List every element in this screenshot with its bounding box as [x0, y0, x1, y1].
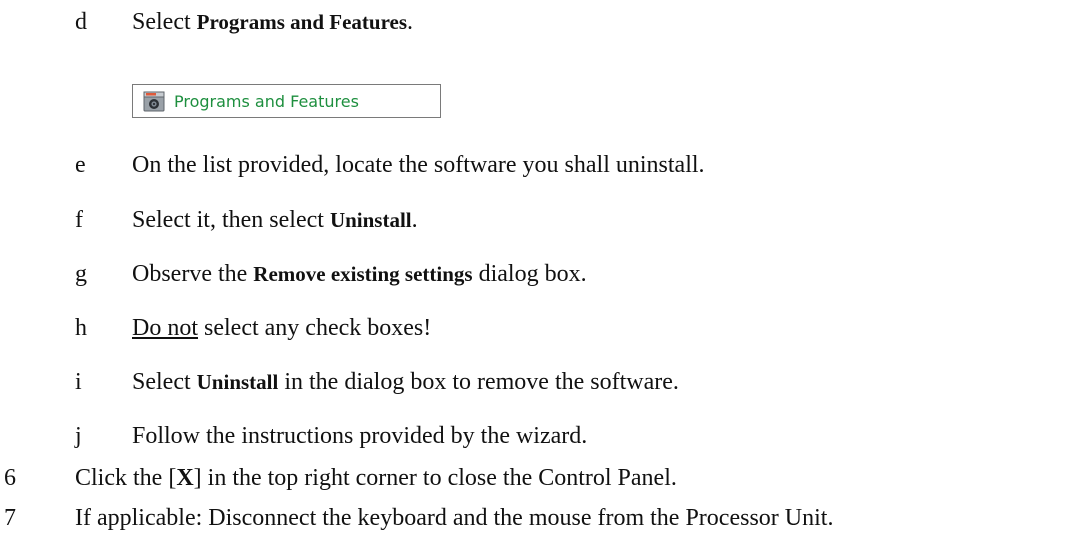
step-text: Follow the instructions provided by the … — [132, 423, 588, 449]
programs-and-features-icon — [143, 91, 165, 112]
step-text-post: select any check boxes! — [198, 315, 432, 341]
step-text-pre: Observe the — [132, 261, 254, 287]
step-marker: 6 — [4, 465, 16, 491]
ui-term-uninstall: Uninstall — [196, 370, 279, 394]
step-marker: j — [75, 423, 82, 449]
step-text-post: . — [411, 207, 418, 233]
step-text-post: in the dialog box to remove the software… — [278, 369, 679, 395]
key-x: X — [176, 465, 194, 491]
step-text: Observe the Remove existing settings dia… — [132, 256, 587, 292]
step-text-pre: Select it, then select — [132, 207, 330, 233]
step-marker: e — [75, 152, 86, 178]
step-marker: d — [75, 9, 87, 35]
emphasis-do-not: Do not — [132, 315, 198, 341]
programs-and-features-screenshot: Programs and Features — [132, 84, 441, 118]
step-marker: f — [75, 207, 83, 233]
step-text-pre: Select — [132, 369, 197, 395]
step-text-pre: Select — [132, 9, 197, 35]
step-text-pre: Click the [ — [75, 465, 177, 491]
programs-and-features-label: Programs and Features — [174, 91, 359, 111]
step-marker: h — [75, 315, 87, 341]
step-text-post: ] in the top right corner to close the C… — [193, 465, 677, 491]
step-text-post: dialog box. — [472, 261, 587, 287]
step-text: Do not select any check boxes! — [132, 310, 431, 346]
step-text: Select Programs and Features. — [132, 4, 413, 40]
step-text: If applicable: Disconnect the keyboard a… — [75, 505, 834, 531]
ui-term-programs-and-features: Programs and Features — [196, 10, 408, 34]
step-marker: i — [75, 369, 82, 395]
step-text: Select it, then select Uninstall. — [132, 202, 418, 238]
ui-term-uninstall: Uninstall — [329, 208, 412, 232]
step-marker: g — [75, 261, 87, 287]
step-text: Select Uninstall in the dialog box to re… — [132, 364, 679, 400]
ui-term-remove-existing-settings: Remove existing settings — [253, 262, 473, 286]
step-text: On the list provided, locate the softwar… — [132, 152, 705, 178]
step-text-post: . — [407, 9, 414, 35]
step-marker: 7 — [4, 505, 16, 531]
step-text: Click the [X] in the top right corner to… — [75, 460, 677, 496]
